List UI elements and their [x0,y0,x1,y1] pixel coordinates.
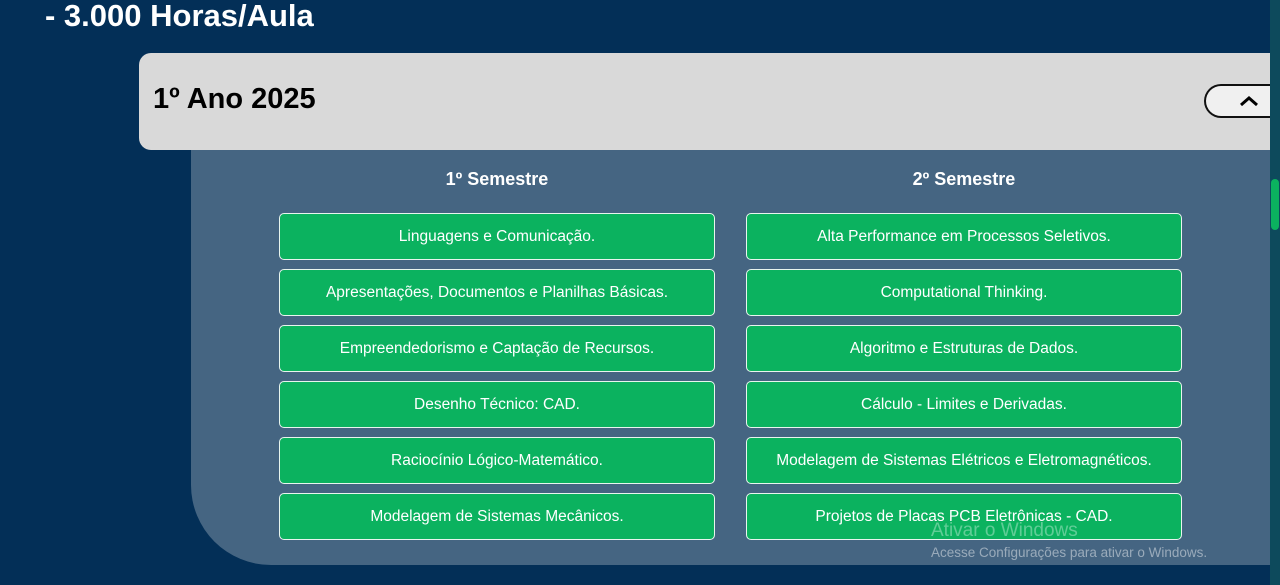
semester-title: 1º Semestre [445,169,549,189]
course-button[interactable]: Alta Performance em Processos Seletivos. [746,213,1182,260]
course-button[interactable]: Desenho Técnico: CAD. [279,381,715,428]
course-button[interactable]: Algoritmo e Estruturas de Dados. [746,325,1182,372]
year-title: 1º Ano 2025 [153,83,316,115]
course-button[interactable]: Cálculo - Limites e Derivadas. [746,381,1182,428]
course-button[interactable]: Linguagens e Comunicação. [279,213,715,260]
semester-2-column: 2º Semestre Alta Performance em Processo… [746,150,1182,549]
course-button[interactable]: Modelagem de Sistemas Mecânicos. [279,493,715,540]
windows-activation-title: Ativar o Windows [931,520,1078,541]
scrollbar-track[interactable] [1270,0,1280,585]
chevron-up-icon [1240,96,1258,107]
course-button[interactable]: Modelagem de Sistemas Elétricos e Eletro… [746,437,1182,484]
year-accordion-header[interactable]: 1º Ano 2025 [139,53,1280,150]
year-content-panel: 1º Semestre Linguagens e Comunicação. Ap… [191,150,1270,565]
windows-activation-subtitle: Acesse Configurações para ativar o Windo… [931,545,1208,560]
course-button[interactable]: Computational Thinking. [746,269,1182,316]
collapse-toggle-button[interactable] [1204,84,1280,118]
course-button[interactable]: Empreendedorismo e Captação de Recursos. [279,325,715,372]
semester-1-column: 1º Semestre Linguagens e Comunicação. Ap… [279,150,715,549]
semester-title: 2º Semestre [912,169,1016,189]
course-button[interactable]: Raciocínio Lógico-Matemático. [279,437,715,484]
total-hours-heading: - 3.000 Horas/Aula [45,0,314,33]
course-button[interactable]: Apresentações, Documentos e Planilhas Bá… [279,269,715,316]
scrollbar-thumb[interactable] [1271,179,1279,230]
